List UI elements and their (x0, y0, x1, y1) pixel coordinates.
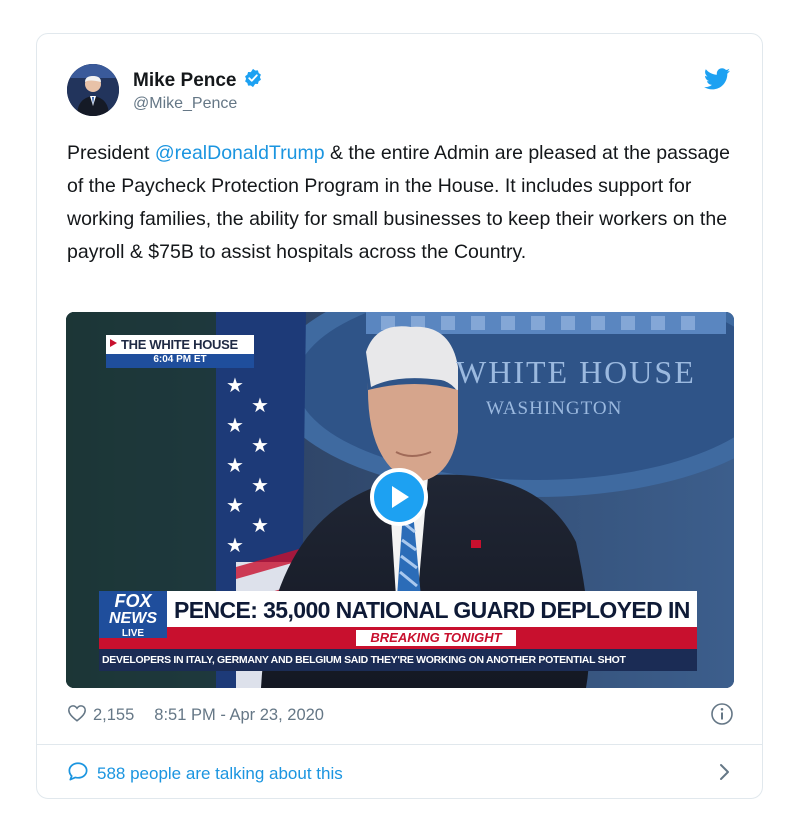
channel-bug-time: 6:04 PM ET (153, 354, 207, 365)
author-name[interactable]: Mike Pence (133, 70, 237, 92)
tweet-text: President @realDonaldTrump & the entire … (67, 137, 747, 269)
avatar[interactable] (67, 64, 119, 116)
tweet-meta: 2,155 8:51 PM - Apr 23, 2020 (67, 704, 324, 727)
mention-link[interactable]: @realDonaldTrump (155, 142, 325, 164)
fox-news-logo: FOX NEWS LIVE (99, 591, 167, 640)
svg-text:★: ★ (251, 513, 269, 537)
svg-text:★: ★ (226, 373, 244, 397)
chevron-right-icon[interactable] (718, 762, 732, 787)
news-ticker: DEVELOPERS IN ITALY, GERMANY AND BELGIUM… (102, 654, 626, 666)
svg-text:★: ★ (251, 393, 269, 417)
author-name-row[interactable]: Mike Pence (133, 68, 263, 94)
fox-live-label: LIVE (121, 628, 145, 639)
play-icon (392, 486, 409, 508)
svg-text:★: ★ (226, 533, 244, 557)
svg-text:★: ★ (226, 493, 244, 517)
fox-logo-line1: FOX (114, 591, 152, 611)
author-handle[interactable]: @Mike_Pence (133, 95, 237, 113)
like-count[interactable]: 2,155 (93, 706, 134, 725)
tweet-text-start: President (67, 142, 155, 164)
conversation-count[interactable]: 588 people are talking about this (97, 764, 343, 784)
fox-logo-line2: NEWS (109, 610, 157, 627)
avatar-image (67, 64, 119, 116)
news-headline: PENCE: 35,000 NATIONAL GUARD DEPLOYED IN… (174, 597, 694, 623)
twitter-bird-icon[interactable] (704, 68, 730, 95)
svg-text:★: ★ (226, 413, 244, 437)
video-player[interactable]: ★ ★ ★ ★ ★ ★ ★ ★ ★ THE WHITE HOUSE 6:04 P… (66, 312, 734, 688)
backdrop-text-white-house: WHITE HOUSE (456, 354, 696, 390)
svg-text:★: ★ (251, 433, 269, 457)
backdrop-text-washington: WASHINGTON (486, 398, 623, 419)
comment-icon (67, 761, 89, 786)
info-icon[interactable] (710, 702, 734, 731)
play-button[interactable] (370, 468, 428, 526)
svg-text:★: ★ (226, 453, 244, 477)
heart-icon[interactable] (67, 704, 87, 727)
divider (37, 744, 762, 745)
tweet-card: Mike Pence @Mike_Pence President @realDo… (36, 33, 763, 799)
channel-bug-title: THE WHITE HOUSE (121, 337, 238, 352)
svg-text:★: ★ (251, 473, 269, 497)
breaking-tonight-label: BREAKING TONIGHT (370, 630, 502, 645)
conversation-link[interactable]: 588 people are talking about this (67, 761, 343, 786)
verified-badge-icon (243, 68, 263, 94)
tweet-timestamp[interactable]: 8:51 PM - Apr 23, 2020 (154, 706, 324, 725)
